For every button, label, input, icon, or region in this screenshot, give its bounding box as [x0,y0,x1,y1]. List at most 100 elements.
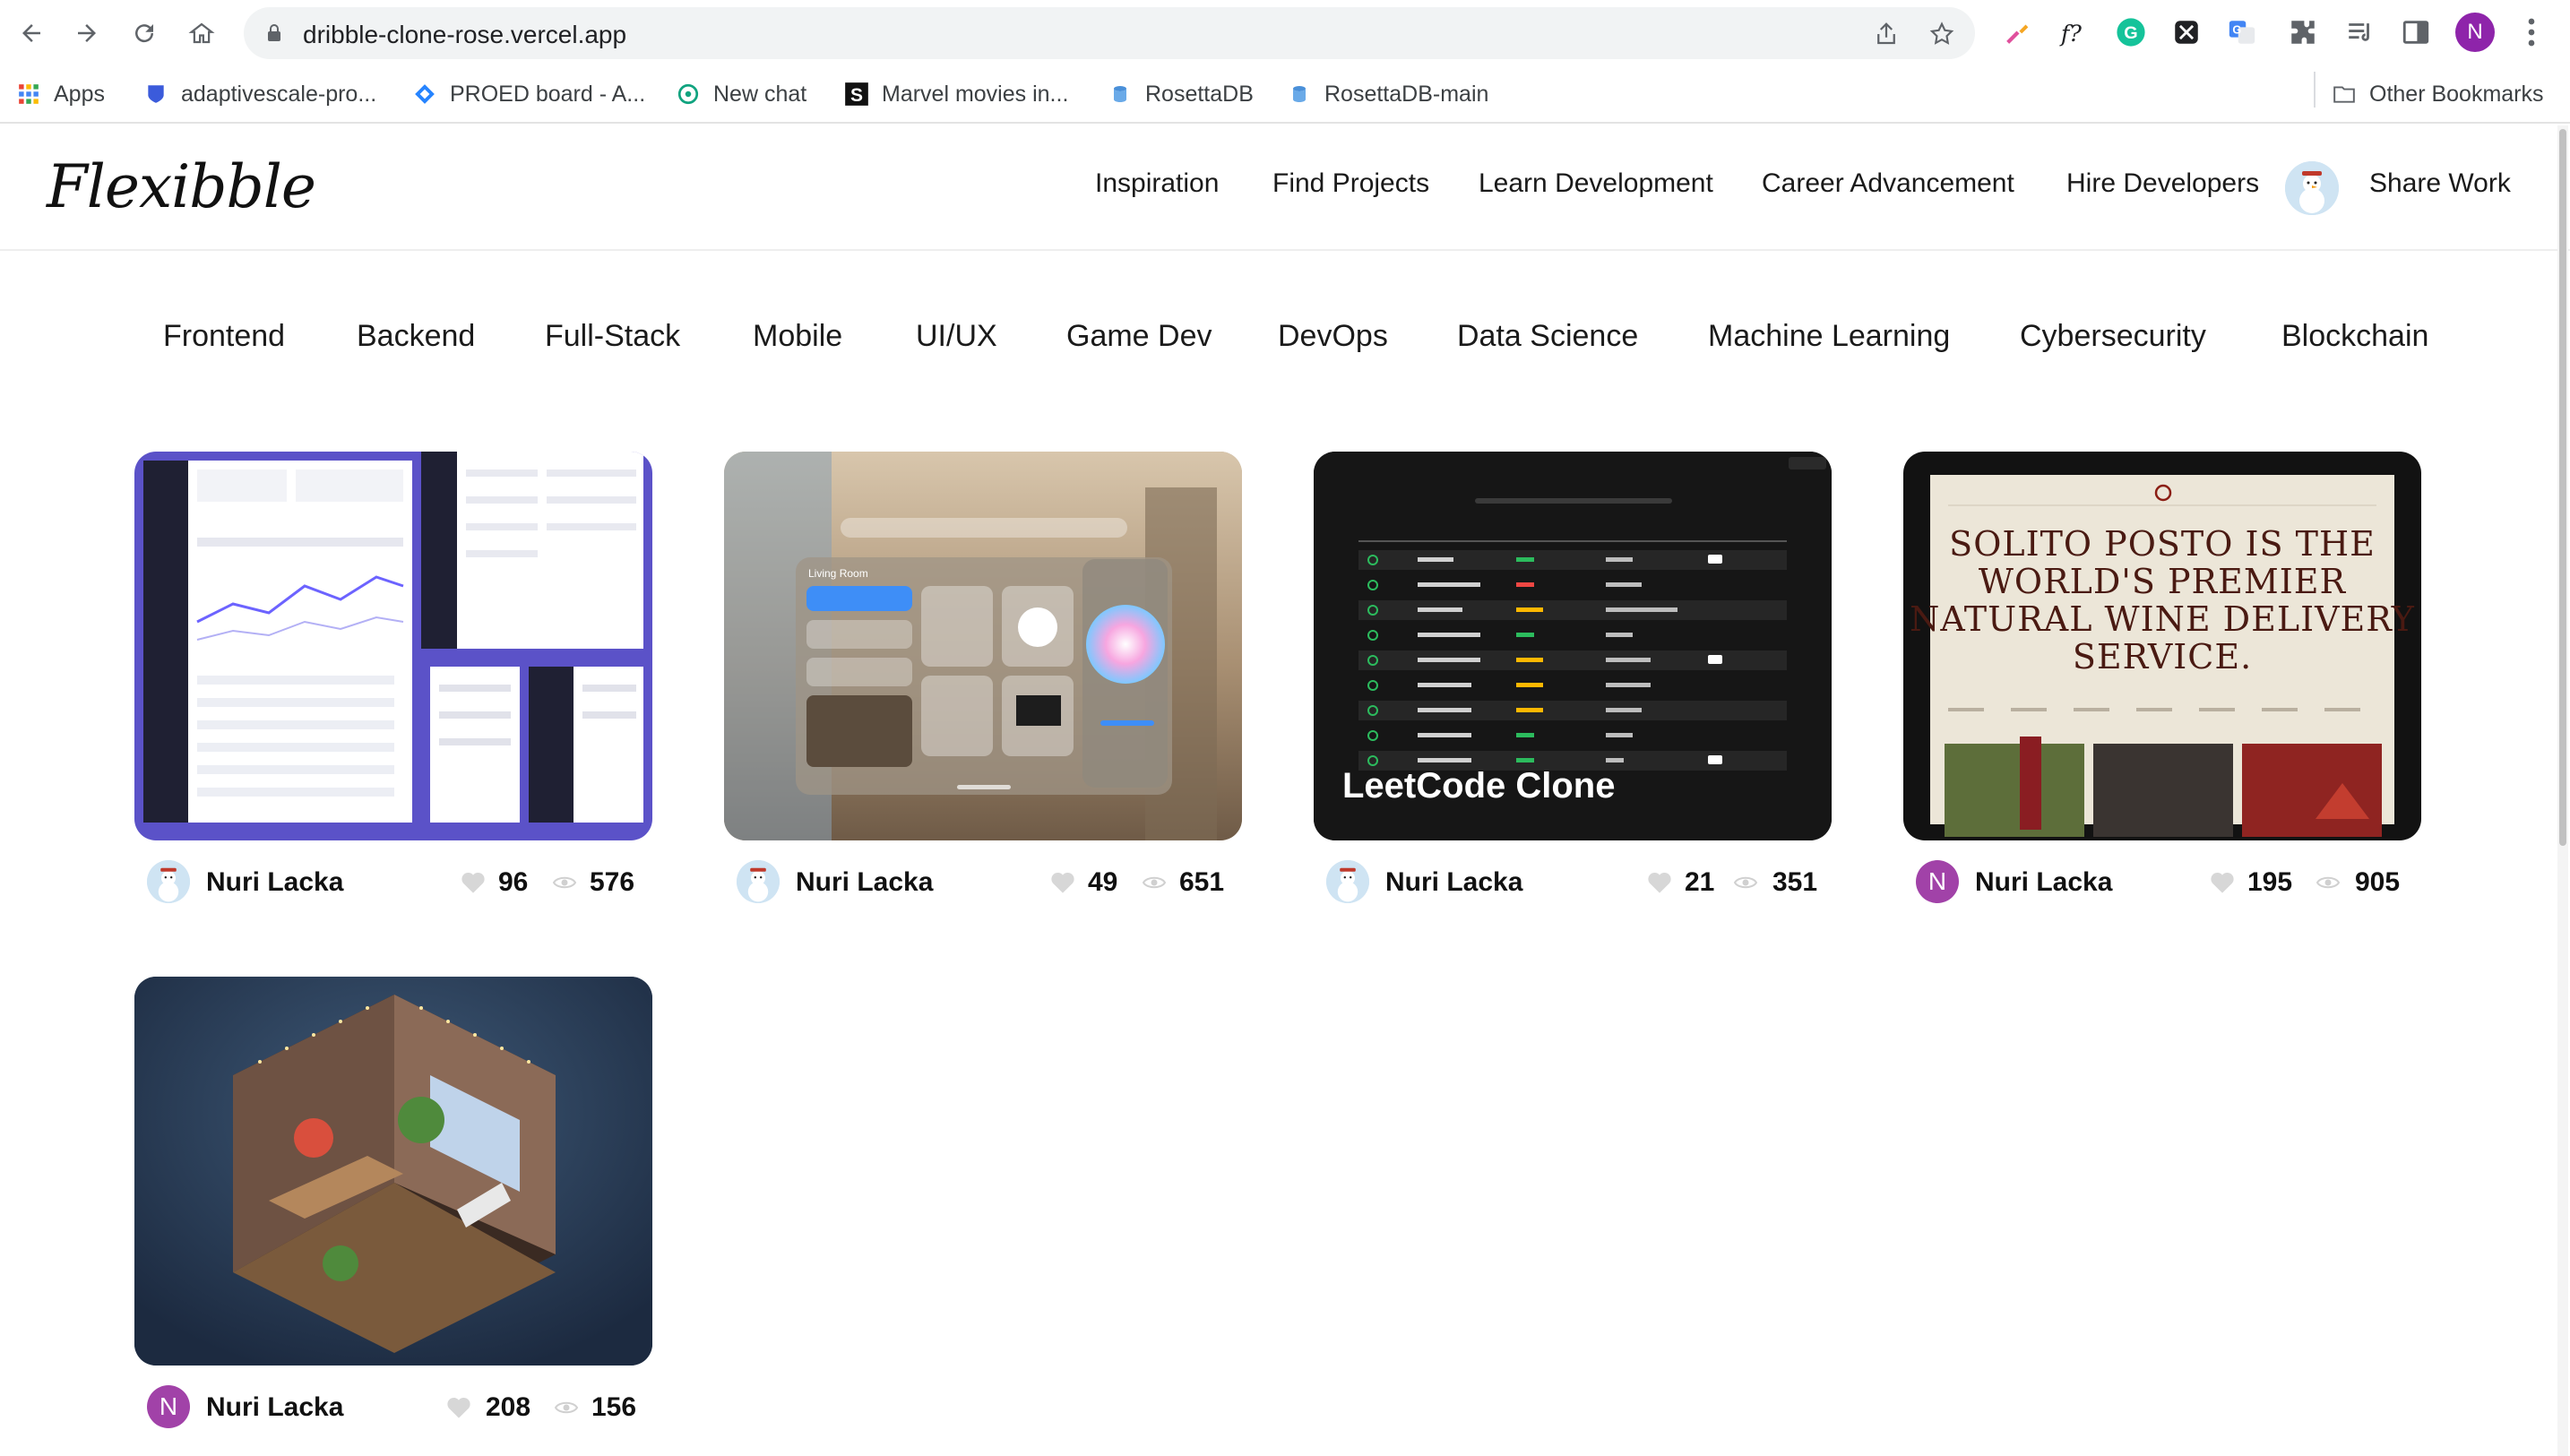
site-logo[interactable]: Flexibble [47,152,316,221]
heart-icon[interactable] [2210,871,2235,894]
eye-icon [1733,876,1758,889]
nav-link-find-projects[interactable]: Find Projects [1272,168,1429,199]
project-meta: Nuri Lacka 21 351 [1314,857,1832,907]
author-avatar[interactable] [147,860,190,903]
like-count: 21 [1685,867,1715,897]
home-button[interactable] [183,14,220,52]
lock-icon [268,24,280,41]
side-panel-icon[interactable] [2398,14,2434,50]
like-count: 195 [2247,867,2293,897]
view-count: 576 [590,867,635,897]
nav-link-career-advancement[interactable]: Career Advancement [1762,168,2014,199]
category-full-stack[interactable]: Full-Stack [545,319,680,354]
category-machine-learning[interactable]: Machine Learning [1708,319,1950,354]
bookmark-rosettadb[interactable]: RosettaDB [1108,77,1254,111]
url-text: dribble-clone-rose.vercel.app [303,21,627,48]
bookmark-rosettadb-main[interactable]: RosettaDB-main [1287,77,1488,111]
bookmark-label: RosettaDB-main [1324,81,1489,107]
author-name[interactable]: Nuri Lacka [796,867,933,898]
like-count: 49 [1088,867,1118,897]
category-cybersecurity[interactable]: Cybersecurity [2020,319,2206,354]
svg-text:G: G [2124,23,2137,43]
bookmark-marvel[interactable]: S Marvel movies in... [844,77,1068,111]
eye-icon [1142,876,1167,889]
grammarly-extension-icon[interactable]: G [2113,14,2149,50]
category-game-dev[interactable]: Game Dev [1066,319,1212,354]
project-card-image[interactable] [134,977,652,1366]
site-navbar: Flexibble Inspiration Find Projects Lear… [0,125,2570,251]
extensions-puzzle-icon[interactable] [2285,14,2321,50]
nav-link-learn-development[interactable]: Learn Development [1479,168,1713,199]
bookmarks-divider [2314,72,2316,108]
nav-link-inspiration[interactable]: Inspiration [1095,168,1219,199]
bookmark-adaptivescale[interactable]: adaptivescale-pro... [143,77,376,111]
view-count: 156 [591,1392,637,1422]
author-avatar[interactable]: N [147,1385,190,1428]
s-logo-icon: S [844,82,869,107]
page-scrollbar[interactable] [2557,125,2568,1456]
author-name[interactable]: Nuri Lacka [206,1392,343,1423]
solito-headline: SOLITO POSTO IS THE WORLD'S PREMIER NATU… [1910,524,2415,676]
eye-icon [2316,876,2341,889]
user-avatar[interactable] [2285,161,2339,215]
bookmark-apps[interactable]: Apps [16,77,105,111]
snowman-avatar-icon [737,860,780,903]
view-count: 351 [1772,867,1818,897]
shield-icon [143,82,168,107]
translate-extension-icon[interactable]: G [2224,14,2260,50]
author-avatar[interactable] [1326,860,1369,903]
heart-icon[interactable] [1050,871,1075,894]
category-blockchain[interactable]: Blockchain [2281,319,2428,354]
snowman-avatar-icon [1326,860,1369,903]
snowman-avatar-icon [147,860,190,903]
share-work-button[interactable]: Share Work [2369,168,2511,199]
bookmark-new-chat[interactable]: New chat [676,77,806,111]
star-icon[interactable] [1928,21,1955,47]
bookmark-label: Marvel movies in... [882,81,1069,107]
address-bar[interactable]: dribble-clone-rose.vercel.app [244,7,1975,59]
heart-icon[interactable] [446,1396,471,1419]
project-card-image[interactable]: LeetCode Clone [1314,452,1832,840]
reload-button[interactable] [125,14,163,52]
heart-icon[interactable] [1647,871,1672,894]
author-name[interactable]: Nuri Lacka [1385,867,1522,898]
category-devops[interactable]: DevOps [1278,319,1388,354]
eye-icon [552,876,577,889]
back-button[interactable] [13,14,50,52]
function-extension-icon[interactable]: f? [2056,14,2091,50]
svg-text:G: G [2232,22,2241,36]
category-backend[interactable]: Backend [357,319,475,354]
category-ui-ux[interactable]: UI/UX [916,319,997,354]
project-meta: Nuri Lacka 96 576 [134,857,652,907]
profile-avatar[interactable]: N [2455,13,2495,52]
heart-icon[interactable] [461,871,486,894]
author-avatar[interactable] [737,860,780,903]
author-name[interactable]: Nuri Lacka [1975,867,2112,898]
project-card-image[interactable]: SOLITO POSTO IS THE WORLD'S PREMIER NATU… [1903,452,2421,840]
folder-icon [2332,82,2357,107]
project-meta: N Nuri Lacka 195 905 [1903,857,2421,907]
author-name[interactable]: Nuri Lacka [206,867,343,898]
category-data-science[interactable]: Data Science [1457,319,1638,354]
blocker-extension-icon[interactable] [2169,14,2204,50]
like-count: 96 [498,867,529,897]
bookmark-label: adaptivescale-pro... [181,81,377,107]
more-vertical-icon[interactable] [2518,14,2545,50]
media-controls-icon[interactable] [2342,14,2378,50]
nav-link-hire-developers[interactable]: Hire Developers [2066,168,2259,199]
category-frontend[interactable]: Frontend [163,319,285,354]
reload-icon [135,24,154,43]
bookmark-proed[interactable]: PROED board - A... [412,77,645,111]
other-bookmarks[interactable]: Other Bookmarks [2332,77,2544,111]
svg-text:f?: f? [2059,21,2082,47]
scrollbar-thumb[interactable] [2559,129,2566,846]
author-avatar[interactable]: N [1916,860,1959,903]
color-picker-extension-icon[interactable] [2000,14,2036,50]
bookmark-label: Apps [54,81,105,107]
forward-button[interactable] [68,14,106,52]
isometric-room-illustration [134,977,652,1366]
project-card-image[interactable]: Living Room [724,452,1242,840]
project-card-image[interactable] [134,452,652,840]
share-icon[interactable] [1873,21,1900,47]
category-mobile[interactable]: Mobile [753,319,842,354]
